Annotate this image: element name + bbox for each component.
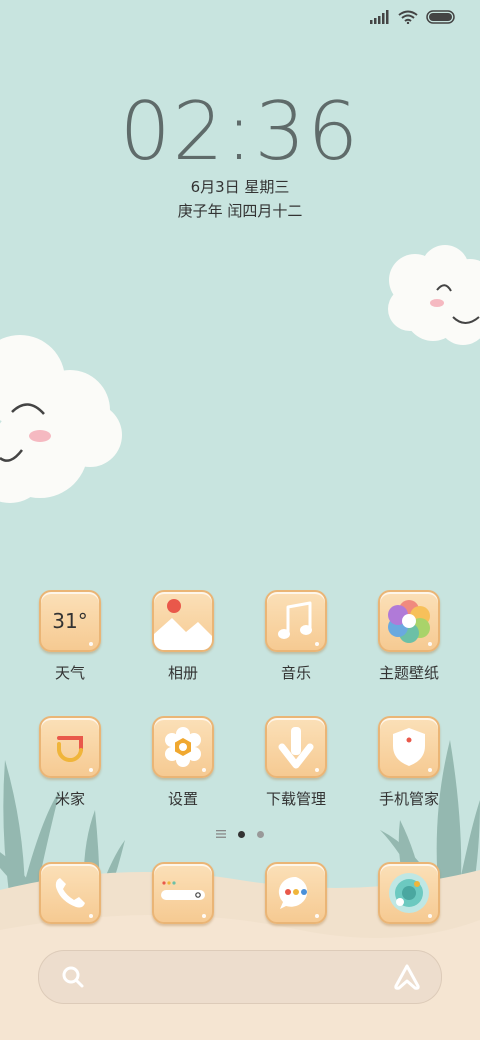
mijia-icon[interactable] [39, 716, 101, 778]
settings-icon[interactable] [152, 716, 214, 778]
wifi-icon [398, 10, 418, 24]
app-label: 手机管家 [378, 790, 439, 808]
browser-icon[interactable] [152, 862, 214, 924]
date-text: 6月3日 星期三 [190, 178, 290, 196]
app-mijia[interactable]: 米家 [20, 716, 120, 809]
status-bar [370, 10, 456, 24]
search-icon[interactable] [61, 965, 85, 989]
phone-icon[interactable] [39, 862, 101, 924]
app-label: 音乐 [280, 664, 311, 682]
app-label: 下载管理 [265, 790, 326, 808]
app-label: 主题壁纸 [378, 664, 439, 682]
cloud-right [388, 245, 480, 345]
cloud-left [0, 335, 122, 503]
dock-messages[interactable] [246, 862, 346, 924]
messages-icon[interactable] [265, 862, 327, 924]
dock-browser[interactable] [133, 862, 233, 924]
app-themes[interactable]: 主题壁纸 [359, 590, 459, 683]
dock-phone[interactable] [20, 862, 120, 924]
search-bar[interactable] [38, 950, 442, 1004]
music-icon[interactable] [265, 590, 327, 652]
app-label: 天气 [54, 664, 85, 682]
battery-icon [426, 10, 455, 24]
app-weather[interactable]: 31° 天气 [20, 590, 120, 683]
app-settings[interactable]: 设置 [133, 716, 233, 809]
lunar-date-text: 庚子年 闰四月十二 [177, 202, 303, 220]
dock-app-store[interactable] [359, 862, 459, 924]
date-block: 6月3日 星期三 庚子年 闰四月十二 [0, 176, 480, 224]
app-security[interactable]: 手机管家 [359, 716, 459, 809]
clock-time[interactable]: 02:36 [0, 92, 480, 172]
page-indicator[interactable] [0, 830, 480, 838]
page-dot-active[interactable] [238, 830, 245, 838]
app-music[interactable]: 音乐 [246, 590, 346, 683]
menu-lines-icon[interactable] [216, 830, 226, 838]
weather-icon[interactable]: 31° [39, 590, 101, 652]
weather-temp: 31° [52, 609, 88, 633]
signal-icon [370, 10, 389, 24]
app-gallery[interactable]: 相册 [133, 590, 233, 683]
app-store-icon[interactable] [378, 862, 440, 924]
app-downloads[interactable]: 下载管理 [246, 716, 346, 809]
security-icon[interactable] [378, 716, 440, 778]
app-label: 相册 [167, 664, 198, 682]
assistant-icon[interactable] [393, 963, 421, 991]
gallery-icon[interactable] [152, 590, 214, 652]
app-label: 设置 [167, 790, 198, 808]
download-icon[interactable] [265, 716, 327, 778]
app-label: 米家 [54, 790, 85, 808]
page-dot[interactable] [257, 830, 264, 838]
themes-icon[interactable] [378, 590, 440, 652]
